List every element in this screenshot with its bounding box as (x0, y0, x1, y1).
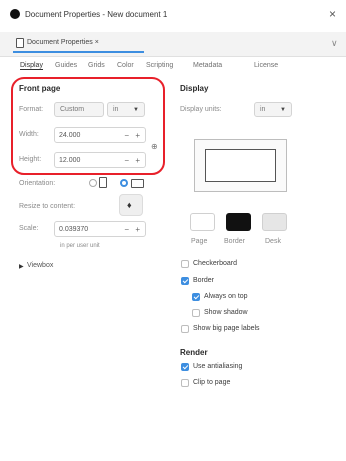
width-input[interactable]: 24.000 − + (54, 127, 146, 143)
document-tab-bar: Document Properties × ∨ (0, 32, 346, 57)
width-value: 24.000 (59, 132, 81, 139)
document-tab-label: Document Properties × (27, 39, 99, 46)
portrait-radio[interactable] (89, 179, 97, 187)
page-preview-sheet (205, 149, 276, 182)
tab-guides[interactable]: Guides (55, 62, 77, 69)
height-value: 12.000 (59, 157, 81, 164)
checkerboard-checkbox[interactable] (181, 260, 189, 268)
big-page-labels-checkbox[interactable] (181, 325, 189, 333)
tab-scripting[interactable]: Scripting (146, 62, 173, 69)
desk-color-swatch[interactable] (262, 213, 287, 231)
caret-down-icon: ▼ (133, 107, 139, 113)
lock-ratio-icon[interactable]: ⊕ (151, 142, 158, 151)
border-label: Border (193, 277, 215, 284)
clip-to-page-label: Clip to page (193, 379, 231, 386)
tab-color[interactable]: Color (117, 62, 134, 69)
page-swatch-label: Page (191, 238, 208, 245)
close-window-icon[interactable]: × (329, 7, 336, 21)
border-checkbox[interactable] (181, 277, 189, 285)
caret-down-icon: ▼ (280, 107, 286, 113)
scale-input[interactable]: 0.039370 − + (54, 221, 146, 237)
checkerboard-label: Checkerboard (193, 260, 237, 267)
height-stepper[interactable]: − + (124, 153, 142, 168)
desk-swatch-label: Desk (265, 238, 281, 245)
display-heading: Display (180, 84, 209, 93)
page-color-swatch[interactable] (190, 213, 215, 231)
format-select[interactable]: Custom (54, 102, 104, 117)
tab-grids[interactable]: Grids (88, 62, 105, 69)
render-heading: Render (180, 348, 208, 357)
scale-stepper[interactable]: − + (124, 222, 142, 237)
display-units-value: in (260, 106, 266, 113)
clip-to-page-checkbox[interactable] (181, 379, 189, 387)
fit-page-icon: ♦ (127, 200, 132, 210)
resize-to-content-button[interactable]: ♦ (119, 194, 143, 216)
scale-value: 0.039370 (59, 226, 89, 233)
tab-metadata[interactable]: Metadata (193, 62, 222, 69)
viewbox-label: Viewbox (27, 262, 54, 269)
height-input[interactable]: 12.000 − + (54, 152, 146, 168)
always-on-top-label: Always on top (204, 293, 248, 300)
front-page-heading: Front page (19, 84, 61, 93)
always-on-top-checkbox[interactable] (192, 293, 200, 301)
app-logo-icon (10, 9, 20, 19)
display-units-select[interactable]: in ▼ (254, 102, 292, 117)
show-shadow-checkbox[interactable] (192, 309, 200, 317)
document-icon (16, 38, 24, 48)
border-swatch-label: Border (224, 238, 246, 245)
orientation-label: Orientation: (19, 180, 56, 187)
document-properties-tab[interactable]: Document Properties × (13, 35, 144, 53)
window-title: Document Properties - New document 1 (25, 10, 168, 19)
format-label: Format: (19, 106, 44, 113)
scale-label: Scale: (19, 225, 39, 232)
scale-note: in per user unit (60, 243, 100, 249)
format-unit-value: in (113, 106, 119, 113)
border-color-swatch[interactable] (226, 213, 251, 231)
tab-license[interactable]: License (254, 62, 278, 69)
big-page-labels-label: Show big page labels (193, 325, 260, 332)
landscape-page-icon (131, 179, 144, 188)
chevron-down-icon[interactable]: ∨ (331, 38, 338, 49)
page-preview (194, 139, 287, 192)
antialiasing-label: Use antialiasing (193, 363, 243, 370)
format-unit-select[interactable]: in ▼ (107, 102, 145, 117)
landscape-radio[interactable] (120, 179, 128, 187)
triangle-right-icon: ▶ (19, 264, 24, 270)
height-label: Height: (19, 156, 42, 163)
width-stepper[interactable]: − + (124, 128, 142, 143)
width-label: Width: (19, 131, 39, 138)
show-shadow-label: Show shadow (204, 309, 248, 316)
portrait-page-icon (99, 177, 107, 188)
resize-to-content-label: Resize to content: (19, 203, 76, 210)
tab-display[interactable]: Display (20, 62, 43, 70)
format-value: Custom (60, 106, 85, 113)
antialiasing-checkbox[interactable] (181, 363, 189, 371)
title-bar: Document Properties - New document 1 × (0, 0, 346, 32)
display-units-label: Display units: (180, 106, 222, 113)
